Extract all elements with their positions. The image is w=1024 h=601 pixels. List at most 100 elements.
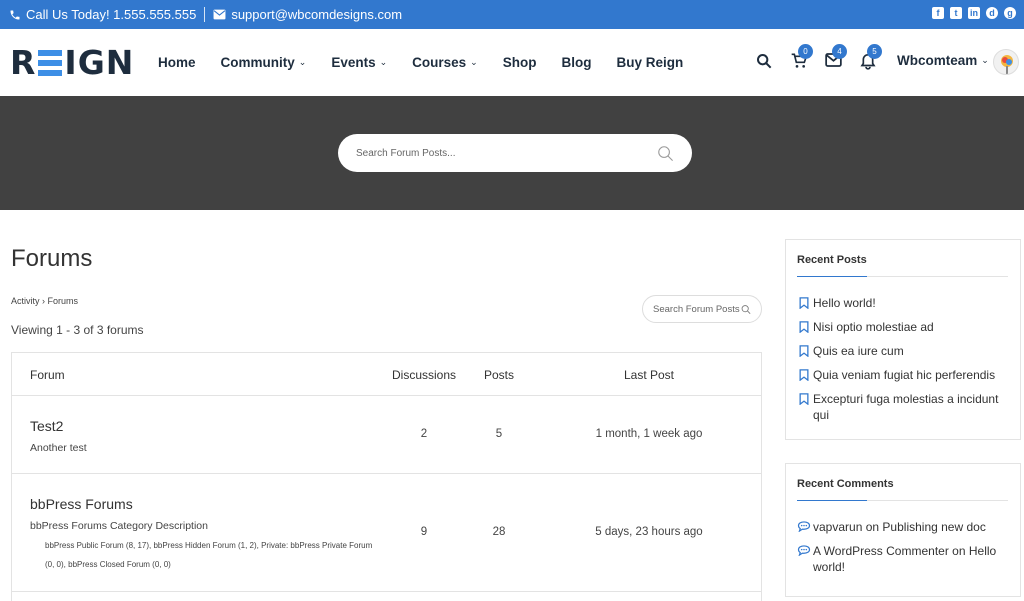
last-post-link[interactable]: 1 month, 1 week ago <box>596 428 703 440</box>
search-icon[interactable] <box>657 145 674 162</box>
envelope-icon <box>213 9 226 20</box>
forum-description: bbPress Forums Category Description <box>30 520 208 532</box>
bookmark-icon <box>799 321 809 333</box>
dribbble-icon[interactable]: d <box>986 7 998 19</box>
contact-info: Call Us Today! 1.555.555.555 support@wbc… <box>0 7 402 22</box>
nav-home[interactable]: Home <box>158 55 196 70</box>
site-header: R IGN Home Community ⌄ Events ⌄ Courses ⌄ Sh… <box>0 29 1024 96</box>
last-post-link[interactable]: 5 days, 23 hours ago <box>595 526 702 538</box>
widget-title: Recent Posts <box>797 254 867 266</box>
linkedin-icon[interactable]: in <box>968 7 980 19</box>
nav-shop[interactable]: Shop <box>503 55 537 70</box>
recent-comments-widget: Recent Comments vapvarun on Publishing n… <box>785 463 1021 597</box>
forum-title-link[interactable]: bbPress Forums <box>30 496 133 512</box>
table-row: Test2 Another test 2 5 1 month, 1 week a… <box>12 397 761 474</box>
recent-comments-list: vapvarun on Publishing new doc A WordPre… <box>797 519 1012 583</box>
widget-title: Recent Comments <box>797 478 894 490</box>
facebook-icon[interactable]: f <box>932 7 944 19</box>
forum-search-input[interactable] <box>356 147 657 159</box>
chevron-down-icon: ⌄ <box>298 57 307 67</box>
forum-table: Forum Discussions Posts Last Post Test2 … <box>11 352 762 601</box>
posts-count: 5 <box>495 428 503 440</box>
email-text: support@wbcomdesigns.com <box>231 7 403 22</box>
social-links: f t in d g <box>932 7 1016 19</box>
bookmark-icon <box>799 297 809 309</box>
recent-post-link[interactable]: Nisi optio molestiae ad <box>813 319 934 335</box>
forum-title-link[interactable]: Test2 <box>30 418 63 434</box>
comment-icon <box>797 545 811 556</box>
recent-post-link[interactable]: Excepturi fuga molestias a incidunt qui <box>813 391 1012 423</box>
main-nav: Home Community ⌄ Events ⌄ Courses ⌄ Shop Bl… <box>158 29 708 96</box>
list-item[interactable]: Quis ea iure cum <box>797 343 1012 359</box>
nav-blog[interactable]: Blog <box>561 55 591 70</box>
list-item[interactable]: Nisi optio molestiae ad <box>797 319 1012 335</box>
chevron-down-icon: ⌄ <box>470 57 478 67</box>
recent-post-link[interactable]: Hello world! <box>813 295 876 311</box>
recent-posts-widget: Recent Posts Hello world! Nisi optio mol… <box>785 239 1021 440</box>
comment-on-text: on <box>865 520 880 534</box>
comment-post-link[interactable]: Publishing new doc <box>882 520 985 534</box>
discussions-count: 2 <box>420 428 428 440</box>
nav-courses[interactable]: Courses ⌄ <box>412 55 478 70</box>
avatar[interactable] <box>993 49 1019 75</box>
list-item[interactable]: Hello world! <box>797 295 1012 311</box>
list-item[interactable]: Excepturi fuga molestias a incidunt qui <box>797 391 1012 423</box>
chevron-down-icon: ⌄ <box>379 57 388 67</box>
nav-community[interactable]: Community ⌄ <box>221 55 307 70</box>
github-icon[interactable]: g <box>1004 7 1016 19</box>
widget-title-underline <box>797 276 1008 277</box>
nav-buy-reign[interactable]: Buy Reign <box>616 55 683 70</box>
list-item[interactable]: Quia veniam fugiat hic perferendis <box>797 367 1012 383</box>
table-header: Forum Discussions Posts Last Post <box>12 353 761 396</box>
col-header-posts: Posts <box>483 368 515 382</box>
comment-author-link[interactable]: vapvarun <box>813 520 862 534</box>
posts-count: 28 <box>492 526 506 538</box>
pagination-count: Viewing 1 - 3 of 3 forums <box>11 323 144 337</box>
widget-title-underline <box>797 500 1008 501</box>
search-icon <box>757 54 772 69</box>
col-header-last-post: Last Post <box>623 368 675 382</box>
hero-banner <box>0 96 1024 210</box>
cart-count-badge: 0 <box>798 44 813 59</box>
nav-events[interactable]: Events ⌄ <box>331 55 387 70</box>
list-item: A WordPress Commenter on Hello world! <box>797 543 1012 575</box>
bookmark-icon <box>799 345 809 357</box>
header-search-button[interactable] <box>756 53 774 71</box>
twitter-icon[interactable]: t <box>950 7 962 19</box>
recent-posts-list: Hello world! Nisi optio molestiae ad Qui… <box>797 295 1012 431</box>
avatar-image-icon <box>1001 55 1013 74</box>
email-link[interactable]: support@wbcomdesigns.com <box>213 7 402 22</box>
table-row: bbPress Forums bbPress Forums Category D… <box>12 475 761 592</box>
col-header-discussions: Discussions <box>391 368 457 382</box>
notifications-count-badge: 5 <box>867 44 882 59</box>
search-icon[interactable] <box>741 304 751 315</box>
discussions-count: 9 <box>420 526 428 538</box>
forum-description: Another test <box>30 442 87 454</box>
subforum-list[interactable]: bbPress Public Forum (8, 17), bbPress Hi… <box>45 536 375 574</box>
comment-icon <box>797 521 811 532</box>
col-header-forum: Forum <box>30 368 65 382</box>
forum-search-field[interactable] <box>653 303 741 315</box>
user-menu[interactable]: Wbcomteam ⌄ <box>897 53 989 68</box>
comment-entry: A WordPress Commenter on Hello world! <box>813 543 1012 575</box>
phone-link[interactable]: Call Us Today! 1.555.555.555 <box>9 7 196 22</box>
page-title: Forums <box>11 245 93 272</box>
comment-on-text: on <box>952 544 966 558</box>
logo-e-mark <box>38 50 63 76</box>
notifications-button[interactable]: 5 <box>860 44 882 71</box>
contact-divider <box>204 7 206 22</box>
breadcrumb[interactable]: Activity › Forums <box>11 296 78 306</box>
chevron-down-icon: ⌄ <box>981 55 989 65</box>
hero-search-box <box>338 134 692 172</box>
recent-post-link[interactable]: Quis ea iure cum <box>813 343 904 359</box>
messages-button[interactable]: 4 <box>825 44 847 71</box>
bookmark-icon <box>799 393 809 405</box>
list-item: vapvarun on Publishing new doc <box>797 519 1012 535</box>
top-bar: Call Us Today! 1.555.555.555 support@wbc… <box>0 0 1024 29</box>
site-logo[interactable]: R IGN <box>10 46 134 79</box>
phone-icon <box>10 10 20 19</box>
recent-post-link[interactable]: Quia veniam fugiat hic perferendis <box>813 367 995 383</box>
cart-button[interactable]: 0 <box>791 44 813 71</box>
forum-search-box <box>642 295 762 323</box>
comment-author-link[interactable]: A WordPress Commenter <box>813 544 949 558</box>
